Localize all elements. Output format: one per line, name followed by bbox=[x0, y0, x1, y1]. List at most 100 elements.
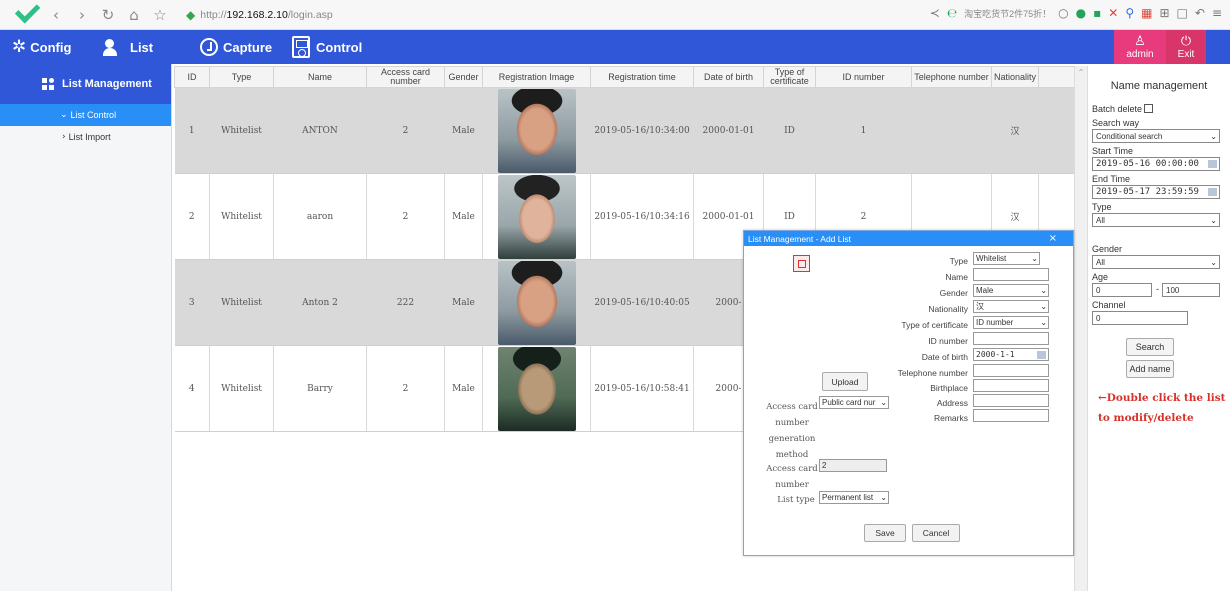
exit-button[interactable]: ⏻ Exit bbox=[1166, 30, 1206, 64]
col-certificate-type: Type of certificate bbox=[763, 66, 816, 88]
url-path: /login.asp bbox=[287, 8, 333, 21]
chevron-down-icon: ⌄ bbox=[1210, 215, 1217, 225]
cut-icon[interactable]: ✕ bbox=[1108, 6, 1118, 20]
birthplace-input[interactable] bbox=[973, 379, 1049, 392]
list-type-select[interactable]: Permanent list ⌄ bbox=[819, 491, 889, 504]
channel-label: Channel bbox=[1092, 300, 1126, 310]
back-icon[interactable]: ‹ bbox=[46, 6, 66, 24]
add-name-button[interactable]: Add name bbox=[1126, 360, 1174, 378]
date-of-birth-input[interactable]: 2000-1-1 bbox=[973, 348, 1049, 361]
nav-config[interactable]: ✲ Config bbox=[12, 30, 71, 64]
channel-input[interactable]: 0 bbox=[1092, 311, 1188, 325]
card-number-input[interactable]: 2 bbox=[819, 459, 887, 472]
col-registration-time: Registration time bbox=[590, 66, 694, 88]
search-button[interactable]: Search bbox=[1126, 338, 1174, 356]
undo-icon[interactable]: ↶ bbox=[1195, 6, 1205, 20]
capture-icon bbox=[200, 38, 218, 56]
find-icon[interactable]: ⚲ bbox=[1125, 6, 1134, 20]
end-time-input[interactable]: 2019-05-17 23:59:59 bbox=[1092, 185, 1220, 199]
batch-delete-checkbox[interactable] bbox=[1144, 104, 1154, 113]
sidebar-item-label: List Import bbox=[68, 132, 111, 142]
shield-icon: ◆ bbox=[186, 7, 196, 22]
cell-gender: Male bbox=[444, 259, 483, 346]
scroll-up-icon[interactable]: ⌃ bbox=[1075, 68, 1087, 77]
type-select[interactable]: All ⌄ bbox=[1092, 213, 1220, 227]
refresh-icon[interactable]: ↻ bbox=[98, 6, 118, 24]
user-icon: ♙ bbox=[1134, 33, 1146, 49]
type-select[interactable]: Whitelist ⌄ bbox=[973, 252, 1040, 265]
gender-select[interactable]: Male ⌄ bbox=[973, 284, 1049, 297]
gender-value: All bbox=[1096, 257, 1105, 267]
id-number-input[interactable] bbox=[973, 332, 1049, 345]
share-icon[interactable]: ≺ bbox=[930, 6, 940, 20]
telephone-input[interactable] bbox=[973, 364, 1049, 377]
nationality-select[interactable]: 汉 ⌄ bbox=[973, 300, 1049, 313]
grid-icon[interactable]: ▦ bbox=[1141, 6, 1152, 20]
batch-delete-row: Batch delete bbox=[1092, 104, 1154, 114]
sidebar-item-list-control[interactable]: ⌄ List Control bbox=[0, 104, 171, 126]
photo-placeholder-icon[interactable] bbox=[793, 255, 810, 272]
table-row[interactable]: 1 Whitelist ANTON 2 Male 2019-05-16/10:3… bbox=[174, 87, 1075, 174]
gender-label: Gender bbox=[1092, 244, 1123, 254]
chevron-down-icon: ⌄ bbox=[880, 493, 887, 502]
green-circle-icon[interactable]: ● bbox=[1076, 6, 1086, 20]
sidebar-title: List Management bbox=[62, 78, 152, 90]
nav-control[interactable]: Control bbox=[292, 30, 362, 64]
age-to-input[interactable]: 100 bbox=[1162, 283, 1220, 297]
table-scrollbar[interactable]: ⌃ bbox=[1074, 66, 1088, 591]
chevron-right-icon: › bbox=[62, 132, 66, 142]
face-photo bbox=[497, 346, 576, 431]
cell-name: ANTON bbox=[273, 87, 367, 174]
sidebar-list-management[interactable]: List Management bbox=[0, 64, 171, 104]
nav-capture[interactable]: Capture bbox=[200, 30, 272, 64]
remarks-input[interactable] bbox=[973, 409, 1049, 422]
chevron-down-icon: ⌄ bbox=[1210, 131, 1217, 141]
dialog-title: List Management - Add List bbox=[748, 233, 852, 244]
promo-text[interactable]: 淘宝吃货节2件75折！ bbox=[964, 7, 1051, 20]
card-number-label-line: number bbox=[775, 480, 809, 490]
search-icon[interactable]: ○ bbox=[1058, 6, 1068, 20]
upload-button[interactable]: Upload bbox=[822, 372, 868, 391]
cancel-button[interactable]: Cancel bbox=[912, 524, 960, 542]
type-value: Whitelist bbox=[976, 254, 1007, 263]
forward-icon[interactable]: › bbox=[72, 6, 92, 24]
nationality-value: 汉 bbox=[976, 302, 984, 311]
address-bar[interactable]: ◆ http://192.168.2.10/login.asp bbox=[186, 5, 606, 25]
home-icon[interactable]: ⌂ bbox=[124, 6, 144, 24]
calendar-icon[interactable] bbox=[1208, 160, 1217, 168]
cell-time: 2019-05-16/10:58:41 bbox=[590, 345, 694, 432]
cell-card: 2 bbox=[366, 345, 445, 432]
star-icon[interactable]: ☆ bbox=[150, 6, 170, 24]
search-way-select[interactable]: Conditional search ⌄ bbox=[1092, 129, 1220, 143]
cell-cert: ID bbox=[763, 87, 816, 174]
telephone-label: Telephone number bbox=[897, 368, 968, 378]
card-method-select[interactable]: Public card nur ⌄ bbox=[819, 396, 889, 409]
extension-icon[interactable]: ▪ bbox=[1093, 6, 1101, 20]
admin-button[interactable]: ♙ admin bbox=[1114, 30, 1166, 64]
save-button[interactable]: Save bbox=[864, 524, 906, 542]
certificate-type-value: ID number bbox=[976, 318, 1014, 327]
calendar-icon[interactable] bbox=[1208, 188, 1217, 196]
name-input[interactable] bbox=[973, 268, 1049, 281]
address-input[interactable] bbox=[973, 394, 1049, 407]
close-icon[interactable]: × bbox=[1049, 233, 1057, 244]
cell-image bbox=[482, 87, 591, 174]
card-method-label-line: number bbox=[775, 418, 809, 428]
sidebar: List Management ⌄ List Control › List Im… bbox=[0, 64, 172, 591]
calendar-icon[interactable] bbox=[1037, 350, 1046, 359]
window-icon[interactable]: □ bbox=[1177, 6, 1188, 20]
gender-select[interactable]: All ⌄ bbox=[1092, 255, 1220, 269]
cell-name: aaron bbox=[273, 173, 367, 260]
sidebar-item-list-import[interactable]: › List Import bbox=[0, 126, 171, 148]
certificate-type-select[interactable]: ID number ⌄ bbox=[973, 316, 1049, 329]
start-time-input[interactable]: 2019-05-16 00:00:00 bbox=[1092, 157, 1220, 171]
cell-type: Whitelist bbox=[209, 259, 274, 346]
e-icon[interactable]: ℮ bbox=[947, 6, 957, 20]
dialog-titlebar[interactable]: List Management - Add List × bbox=[744, 231, 1073, 246]
menu-icon[interactable]: ≡ bbox=[1212, 6, 1222, 20]
nav-list[interactable]: List bbox=[103, 30, 153, 64]
col-date-of-birth: Date of birth bbox=[693, 66, 764, 88]
apps-icon[interactable]: ⊞ bbox=[1159, 6, 1169, 20]
face-photo bbox=[497, 88, 576, 173]
age-from-input[interactable]: 0 bbox=[1092, 283, 1152, 297]
